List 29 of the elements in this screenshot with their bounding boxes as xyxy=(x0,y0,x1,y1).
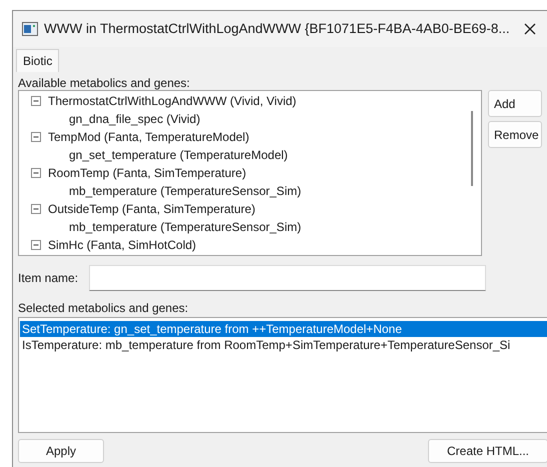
collapse-icon[interactable] xyxy=(31,96,41,106)
close-icon[interactable] xyxy=(524,23,536,35)
tab[interactable]: Biotic xyxy=(16,49,60,72)
tree-item[interactable]: RoomTemp (Fanta, SimTemperature) xyxy=(48,164,246,182)
tree-item[interactable]: OutsideTemp (Fanta, SimTemperature) xyxy=(48,200,256,218)
collapse-icon[interactable] xyxy=(31,204,41,214)
list-item[interactable]: SetTemperature: gn_set_temperature from ++TemperatureModel+None xyxy=(20,321,547,337)
app-icon xyxy=(22,22,38,36)
section-label: Available metabolics and genes: xyxy=(18,76,191,90)
tree-item[interactable]: mb_temperature (TemperatureSensor_Sim) xyxy=(69,182,302,200)
field-label: Item name: xyxy=(18,270,78,287)
tree-item[interactable]: gn_set_temperature (TemperatureModel) xyxy=(69,146,288,164)
window-title: WWW in ThermostatCtrlWithLogAndWWW {BF1071E5-F4BA-4AB0-BE69-8... xyxy=(44,20,510,38)
list-item[interactable]: IsTemperature: mb_temperature from RoomTemp+SimTemperature+TemperatureSensor_Si xyxy=(20,337,547,353)
action-button[interactable]: Add xyxy=(488,90,542,117)
collapse-icon[interactable] xyxy=(31,168,41,178)
tree-item[interactable]: SimHc (Fanta, SimHotCold) xyxy=(48,236,196,254)
action-button[interactable]: Apply xyxy=(18,439,104,463)
scrollbar-thumb[interactable] xyxy=(471,111,473,186)
tree-item[interactable]: ThermostatCtrlWithLogAndWWW (Vivid, Vivid) xyxy=(48,92,296,110)
collapse-icon[interactable] xyxy=(31,240,41,250)
tree-item[interactable]: mb_temperature (TemperatureSensor_Sim) xyxy=(69,218,302,236)
section-label: Selected metabolics and genes: xyxy=(18,301,190,315)
action-button[interactable]: Remove xyxy=(488,121,542,148)
item-name-field[interactable] xyxy=(89,265,486,291)
collapse-icon[interactable] xyxy=(31,132,41,142)
tree-item[interactable]: TempMod (Fanta, TemperatureModel) xyxy=(48,128,250,146)
action-button[interactable]: Create HTML... xyxy=(428,439,547,463)
tree-item[interactable]: gn_dna_file_spec (Vivid) xyxy=(69,110,200,128)
